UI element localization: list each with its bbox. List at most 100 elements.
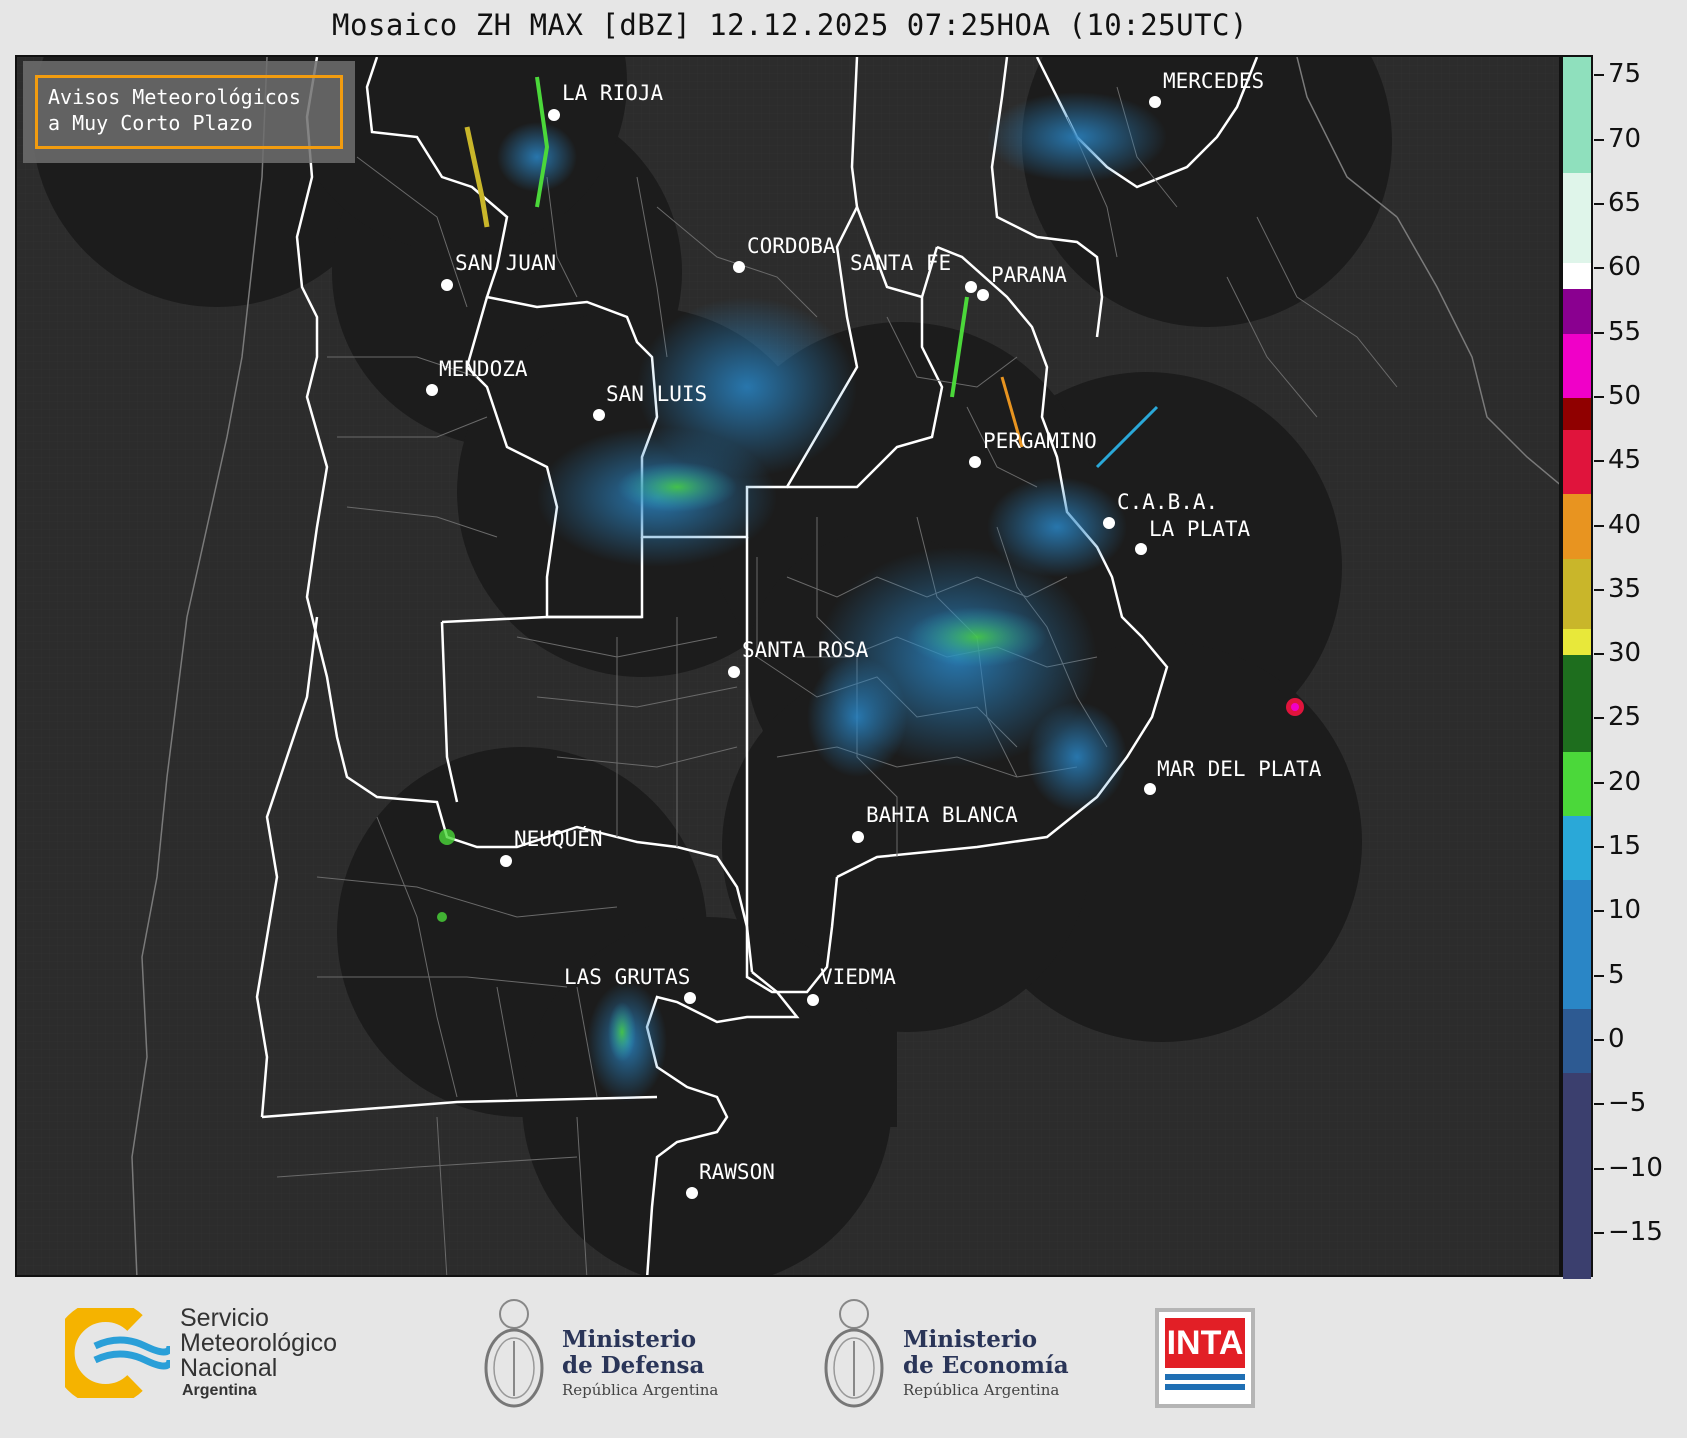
city-label-mercedes: MERCEDES — [1163, 69, 1265, 93]
colorbar-tick — [1594, 1103, 1604, 1106]
colorbar-band — [1563, 172, 1591, 263]
smn-line-3: Nacional — [180, 1354, 278, 1382]
colorbar-tick — [1594, 846, 1604, 849]
city-marker-pergamino[interactable] — [969, 456, 981, 468]
echo-mar-del-plata — [1027, 702, 1127, 812]
city-marker-bahia-blanca[interactable] — [852, 831, 864, 843]
colorbar-band — [1563, 288, 1591, 334]
dbz-colorbar — [1561, 55, 1593, 1279]
city-marker-cordoba[interactable] — [733, 261, 745, 273]
city-marker-rawson[interactable] — [686, 1187, 698, 1199]
colorbar-band — [1563, 333, 1591, 398]
colorbar-band — [1563, 655, 1591, 752]
echo-neuquen-cell — [439, 829, 455, 845]
colorbar-tick — [1594, 717, 1604, 720]
colorbar-band — [1563, 57, 1591, 173]
colorbar-tick-label: −15 — [1608, 1216, 1663, 1247]
colorbar-band — [1563, 815, 1591, 881]
colorbar-tick — [1594, 74, 1604, 77]
city-marker-santa-rosa[interactable] — [728, 666, 740, 678]
colorbar-band — [1563, 430, 1591, 495]
colorbar-tick-label: −5 — [1608, 1088, 1647, 1119]
colorbar-tick-label: 70 — [1608, 123, 1642, 154]
colorbar-band — [1563, 262, 1591, 289]
city-marker-san-luis[interactable] — [593, 409, 605, 421]
colorbar-tick — [1594, 460, 1604, 463]
city-label-la-rioja: LA RIOJA — [562, 81, 664, 105]
colorbar-tick-label: 20 — [1608, 766, 1642, 797]
city-label-caba: C.A.B.A. — [1117, 490, 1219, 514]
colorbar-tick-label: 5 — [1608, 959, 1625, 990]
city-marker-neuquen[interactable] — [500, 855, 512, 867]
city-label-parana: PARANA — [991, 263, 1067, 287]
city-marker-mercedes[interactable] — [1149, 96, 1161, 108]
notice-panel: Avisos Meteorológicos a Muy Corto Plazo — [23, 61, 355, 163]
city-marker-la-plata[interactable] — [1135, 543, 1147, 555]
city-marker-parana[interactable] — [977, 289, 989, 301]
colorbar-tick-label: −10 — [1608, 1152, 1663, 1183]
economia-sub: República Argentina — [903, 1381, 1060, 1399]
colorbar-tick-label: 25 — [1608, 702, 1642, 733]
city-label-san-juan: SAN JUAN — [455, 251, 557, 275]
radar-coverage-viedma — [777, 1017, 897, 1127]
defensa-sub: República Argentina — [562, 1381, 719, 1399]
city-marker-caba[interactable] — [1103, 517, 1115, 529]
colorbar-band — [1563, 558, 1591, 630]
colorbar-tick-label: 45 — [1608, 445, 1642, 476]
colorbar-tick-label: 55 — [1608, 316, 1642, 347]
footer-logos: Servicio Meteorológico Nacional Argentin… — [0, 1280, 1687, 1438]
colorbar-band — [1563, 1008, 1591, 1074]
city-marker-las-grutas[interactable] — [684, 992, 696, 1004]
colorbar-tick-label: 0 — [1608, 1024, 1625, 1055]
colorbar-tick — [1594, 395, 1604, 398]
city-label-la-plata: LA PLATA — [1149, 517, 1251, 541]
defensa-line-2: de Defensa — [562, 1352, 705, 1379]
smn-line-2: Meteorológico — [180, 1329, 338, 1357]
colorbar-tick — [1594, 910, 1604, 913]
city-label-santa-fe: SANTA FE — [850, 251, 952, 275]
notice-line-2: a Muy Corto Plazo — [48, 111, 253, 135]
smn-logo-icon — [65, 1308, 170, 1398]
inta-logo: INTA — [1155, 1308, 1255, 1408]
colorbar-tick-label: 15 — [1608, 831, 1642, 862]
city-label-san-luis: SAN LUIS — [606, 382, 708, 406]
colorbar-tick — [1594, 202, 1604, 205]
city-marker-santa-fe[interactable] — [965, 281, 977, 293]
colorbar-band — [1563, 494, 1591, 559]
city-label-santa-rosa: SANTA ROSA — [742, 638, 869, 662]
colorbar-band — [1563, 1073, 1591, 1279]
economia-line-2: de Economía — [903, 1352, 1069, 1379]
city-label-bahia-blanca: BAHIA BLANCA — [866, 803, 1018, 827]
colorbar-tick-label: 60 — [1608, 252, 1642, 283]
city-marker-viedma[interactable] — [807, 994, 819, 1006]
city-marker-mendoza[interactable] — [426, 384, 438, 396]
city-marker-la-rioja[interactable] — [548, 109, 560, 121]
echo-bahia-north — [807, 657, 907, 777]
colorbar-tick-label: 10 — [1608, 895, 1642, 926]
city-marker-san-juan[interactable] — [441, 279, 453, 291]
colorbar-tick — [1594, 524, 1604, 527]
colorbar-tick — [1594, 267, 1604, 270]
defensa-line-1: Ministerio — [562, 1326, 697, 1353]
economia-line-1: Ministerio — [903, 1326, 1038, 1353]
colorbar-tick — [1594, 781, 1604, 784]
city-label-viedma: VIEDMA — [820, 965, 896, 989]
colorbar-tick — [1594, 1231, 1604, 1234]
economia-seal-icon — [824, 1299, 884, 1408]
city-label-mendoza: MENDOZA — [439, 357, 528, 381]
echo-la-rioja — [497, 122, 577, 192]
city-label-cordoba: CORDOBA — [747, 234, 836, 258]
echo-las-grutas-core — [608, 1002, 636, 1062]
city-marker-mar-del-plata[interactable] — [1144, 783, 1156, 795]
colorbar-tick-label: 30 — [1608, 638, 1642, 669]
colorbar-band — [1563, 880, 1591, 1009]
smn-line-1: Servicio — [180, 1304, 269, 1332]
colorbar-tick — [1594, 653, 1604, 656]
colorbar-tick — [1594, 588, 1604, 591]
notice-line-1: Avisos Meteorológicos — [48, 85, 301, 109]
echo-mercedes — [987, 92, 1167, 182]
radar-map[interactable]: Avisos Meteorológicos a Muy Corto Plazo … — [15, 55, 1561, 1277]
city-label-las-grutas: LAS GRUTAS — [564, 965, 691, 989]
echo-buenos-aires-core — [907, 607, 1047, 667]
colorbar-tick-label: 75 — [1608, 59, 1642, 90]
